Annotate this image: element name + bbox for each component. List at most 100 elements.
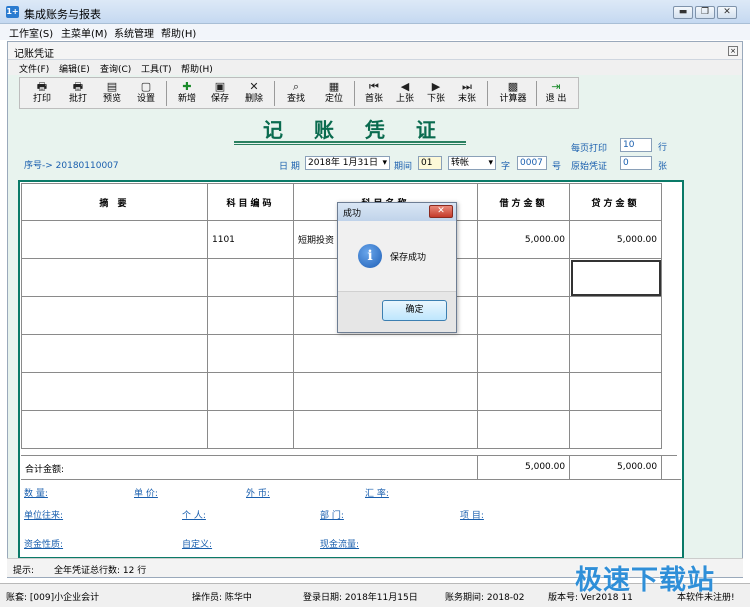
last-icon: ⏭ <box>462 80 472 93</box>
cell-account-name[interactable] <box>293 410 478 449</box>
next-button[interactable]: ▶ 下张 <box>420 80 452 108</box>
batch-print-button[interactable]: 🖶 批打 <box>62 80 94 108</box>
department-link[interactable]: 部 门: <box>320 508 344 521</box>
price-link[interactable]: 单 价: <box>134 486 158 499</box>
dialog-footer: 确定 <box>338 291 456 332</box>
close-button[interactable]: ✕ <box>717 6 737 19</box>
first-icon: ⏮ <box>369 80 379 93</box>
cell-summary[interactable] <box>21 334 208 373</box>
cell-summary[interactable] <box>21 296 208 335</box>
cell-credit[interactable] <box>569 296 662 335</box>
voucher-close-icon[interactable]: × <box>728 46 738 56</box>
cell-account-code[interactable] <box>207 296 294 335</box>
header-debit: 借方金额 <box>477 183 570 221</box>
preview-button[interactable]: ▤ 预览 <box>96 80 128 108</box>
unit-link[interactable]: 单位往来: <box>24 508 63 521</box>
table-row <box>21 372 662 411</box>
custom-link[interactable]: 自定义: <box>182 537 212 550</box>
first-button[interactable]: ⏮ 首张 <box>358 80 390 108</box>
cell-account-code[interactable] <box>207 334 294 373</box>
person-link[interactable]: 个 人: <box>182 508 206 521</box>
date-label: 日 期 <box>279 162 300 172</box>
date-value: 2018年 1月31日 <box>308 158 378 168</box>
ok-button[interactable]: 确定 <box>382 300 447 321</box>
cell-summary[interactable] <box>21 220 208 259</box>
dialog-titlebar: 成功 ✕ <box>338 203 456 221</box>
batch-print-icon: 🖶 <box>72 80 84 93</box>
cell-account-code[interactable]: 1101 <box>207 220 294 259</box>
locate-button[interactable]: ▦ 定位 <box>318 80 350 108</box>
status-account: 账套: [009]小企业会计 <box>6 593 100 603</box>
cell-credit[interactable]: 5,000.00 <box>569 220 662 259</box>
print-button[interactable]: 🖶 打印 <box>26 80 58 108</box>
table-row <box>21 410 662 449</box>
dialog-close-button[interactable]: ✕ <box>429 205 453 218</box>
header-account-code: 科目编码 <box>207 183 294 221</box>
total-label: 合计金额: <box>25 465 65 475</box>
total-divider <box>569 455 570 479</box>
foreign-currency-link[interactable]: 外 币: <box>246 486 270 499</box>
calculator-icon: ▩ <box>507 80 519 93</box>
cell-credit-selected[interactable] <box>569 258 662 297</box>
exit-button[interactable]: ⇥ 退 出 <box>540 80 572 108</box>
total-credit: 5,000.00 <box>617 462 658 472</box>
settings-button[interactable]: ▢ 设置 <box>130 80 162 108</box>
cell-account-name[interactable] <box>293 334 478 373</box>
cell-account-code[interactable] <box>207 372 294 411</box>
period-input[interactable]: 01 <box>418 156 442 170</box>
calculator-button[interactable]: ▩ 计算器 <box>494 80 532 108</box>
qty-link[interactable]: 数 量: <box>24 486 48 499</box>
menu-help-inner[interactable]: 帮助(H) <box>181 62 213 75</box>
last-button[interactable]: ⏭ 末张 <box>451 80 483 108</box>
cell-debit[interactable]: 5,000.00 <box>477 220 570 259</box>
project-link[interactable]: 项 目: <box>460 508 484 521</box>
cell-account-code[interactable] <box>207 410 294 449</box>
app-icon: 1+ <box>6 6 19 18</box>
main-menubar: 工作室(S) 主菜单(M) 系统管理 帮助(H) <box>0 24 750 40</box>
menu-edit[interactable]: 编辑(E) <box>59 62 90 75</box>
cell-credit[interactable] <box>569 334 662 373</box>
per-page-input[interactable]: 10 <box>620 138 652 152</box>
menu-file[interactable]: 文件(F) <box>19 62 49 75</box>
cell-debit[interactable] <box>477 334 570 373</box>
total-debit: 5,000.00 <box>525 462 566 472</box>
orig-voucher-input[interactable]: 0 <box>620 156 652 170</box>
save-button[interactable]: ▣ 保存 <box>204 80 236 108</box>
cell-account-code[interactable] <box>207 258 294 297</box>
cell-debit[interactable] <box>477 410 570 449</box>
cell-debit[interactable] <box>477 372 570 411</box>
cell-summary[interactable] <box>21 372 208 411</box>
add-button[interactable]: ✚ 新增 <box>171 80 203 108</box>
menu-main[interactable]: 主菜单(M) <box>61 25 107 40</box>
cell-account-name[interactable] <box>293 372 478 411</box>
cashflow-link[interactable]: 现金流量: <box>320 537 359 550</box>
status-operator: 操作员: 陈华中 <box>192 593 252 603</box>
prev-button[interactable]: ◀ 上张 <box>389 80 421 108</box>
delete-button[interactable]: ✕ 删除 <box>238 80 270 108</box>
minimize-button[interactable]: ▬ <box>673 6 693 19</box>
menu-query[interactable]: 查询(C) <box>100 62 131 75</box>
menu-system[interactable]: 系统管理 <box>114 25 154 40</box>
fund-link[interactable]: 资金性质: <box>24 537 63 550</box>
cell-summary[interactable] <box>21 258 208 297</box>
header-credit: 贷方金额 <box>569 183 662 221</box>
cell-credit[interactable] <box>569 372 662 411</box>
title-bar: 1+ 集成账务与报表 ▬ ❐ ✕ <box>0 0 750 24</box>
maximize-button[interactable]: ❐ <box>695 6 715 19</box>
date-picker[interactable]: 2018年 1月31日 ▾ <box>305 156 390 170</box>
table-row <box>21 334 662 373</box>
menu-help[interactable]: 帮助(H) <box>161 25 196 40</box>
prev-icon: ◀ <box>400 80 410 93</box>
menu-tools[interactable]: 工具(T) <box>141 62 172 75</box>
voucher-type-value: 转帐 <box>451 158 470 168</box>
exchange-rate-link[interactable]: 汇 率: <box>365 486 389 499</box>
menu-studio[interactable]: 工作室(S) <box>9 25 53 40</box>
cell-debit[interactable] <box>477 258 570 297</box>
cell-debit[interactable] <box>477 296 570 335</box>
voucher-number-input[interactable]: 0007 <box>517 156 547 170</box>
voucher-type-select[interactable]: 转帐 ▾ <box>448 156 496 170</box>
cell-credit[interactable] <box>569 410 662 449</box>
find-button[interactable]: ⌕ 查找 <box>280 80 312 108</box>
cell-summary[interactable] <box>21 410 208 449</box>
title-underline <box>234 141 466 143</box>
